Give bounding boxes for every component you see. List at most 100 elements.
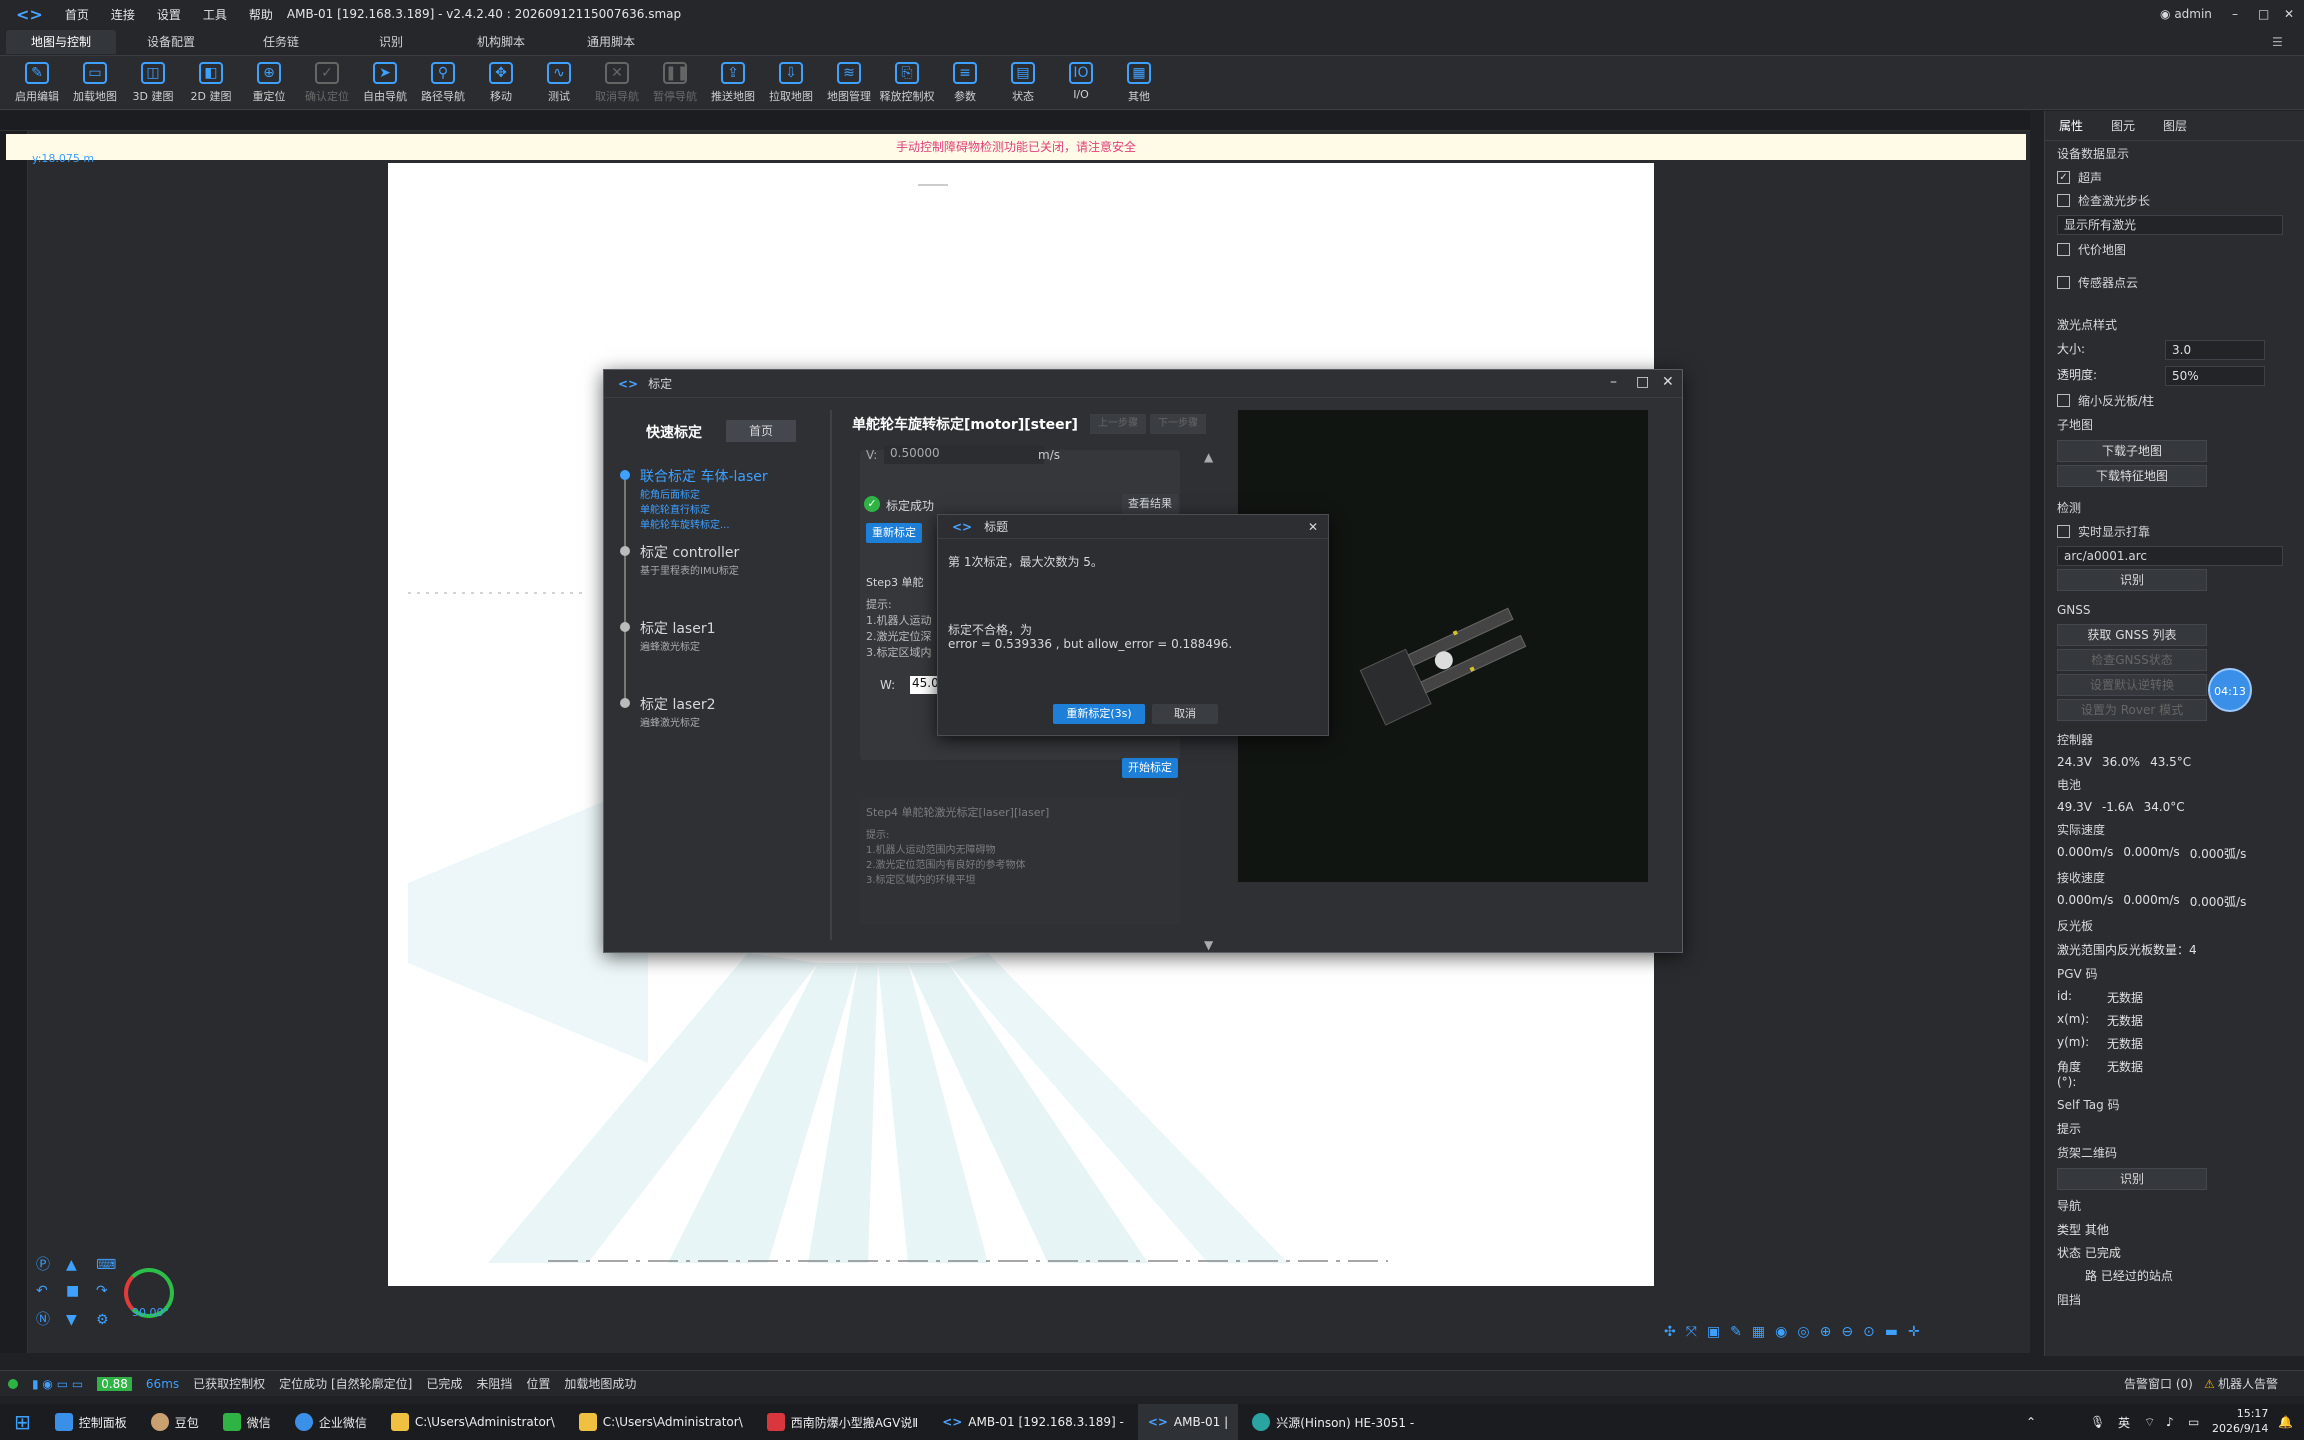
compass-icon[interactable]: Ⓝ bbox=[36, 1309, 54, 1328]
task-wechat[interactable]: 微信 bbox=[213, 1404, 281, 1440]
recalibrate-button[interactable]: 重新标定 bbox=[866, 523, 922, 543]
gnss-list-button[interactable]: 获取 GNSS 列表 bbox=[2057, 624, 2207, 646]
tab-device-config[interactable]: 设备配置 bbox=[116, 30, 226, 54]
size-select[interactable]: 3.0 bbox=[2165, 340, 2265, 360]
fit-all-icon[interactable]: ⤧ bbox=[1686, 1324, 1697, 1340]
user-menu[interactable]: ◉ admin bbox=[2160, 7, 2212, 21]
battery-icon[interactable]: ▭ bbox=[2188, 1415, 2199, 1429]
task-control-panel[interactable]: 控制面板 bbox=[45, 1404, 137, 1440]
frame-icon[interactable]: ▣ bbox=[1707, 1324, 1720, 1340]
download-feature-map-button[interactable]: 下载特征地图 bbox=[2057, 465, 2207, 487]
laser-step-checkbox[interactable]: 检查激光步长 bbox=[2045, 189, 2304, 212]
task-explorer-1[interactable]: C:\Users\Administrator\ bbox=[381, 1404, 565, 1440]
menu-connect[interactable]: 连接 bbox=[111, 6, 135, 23]
tab-map-control[interactable]: 地图与控制 bbox=[6, 29, 116, 54]
next-step-button[interactable]: 下一步骤 bbox=[1150, 414, 1206, 434]
sensor-cloud-checkbox[interactable]: 传感器点云 bbox=[2045, 271, 2304, 294]
identify-qr-button[interactable]: 识别 bbox=[2057, 1168, 2207, 1190]
download-submap-button[interactable]: 下载子地图 bbox=[2057, 440, 2207, 462]
toolbar-target-button[interactable]: ⊕ 重定位 bbox=[240, 56, 298, 104]
check-gnss-button[interactable]: 检查GNSS状态 bbox=[2057, 649, 2207, 671]
home-button[interactable]: 首页 bbox=[726, 420, 796, 442]
prev-step-button[interactable]: 上一步骤 bbox=[1090, 414, 1146, 434]
toolbar-status-button[interactable]: ▤ 状态 bbox=[994, 56, 1052, 104]
arc-file-input[interactable]: arc/a0001.arc bbox=[2057, 546, 2283, 566]
step-joint-calib[interactable]: 联合标定 车体-laser 舵角后面标定 单舵轮直行标定 单舵轮车旋转标定... bbox=[620, 466, 768, 531]
backward-arrow-icon[interactable]: ▼ bbox=[66, 1312, 84, 1330]
minimize-icon[interactable]: – bbox=[2232, 7, 2238, 21]
toolbar-upload-button[interactable]: ⇪ 推送地图 bbox=[704, 56, 762, 104]
wifi-icon[interactable]: ⌔ bbox=[2144, 1415, 2155, 1430]
clock-date[interactable]: 2026/9/14 bbox=[2212, 1421, 2268, 1436]
cancel-button[interactable]: 取消 bbox=[1152, 704, 1218, 724]
ruler-icon[interactable]: ▬ bbox=[1885, 1324, 1898, 1340]
toolbar-move-button[interactable]: ✥ 移动 bbox=[472, 56, 530, 104]
notification-icon[interactable]: 🔔 bbox=[2278, 1415, 2293, 1429]
turn-right-icon[interactable]: ↷ bbox=[96, 1283, 114, 1301]
toolbar-map2d-button[interactable]: ◧ 2D 建图 bbox=[182, 56, 240, 104]
task-wecom[interactable]: 企业微信 bbox=[285, 1404, 377, 1440]
w-input[interactable]: 45.0 bbox=[910, 676, 940, 694]
fit-icon[interactable]: ✣ bbox=[1664, 1324, 1676, 1340]
close-icon[interactable]: ✕ bbox=[2284, 7, 2294, 21]
task-amb-2[interactable]: <> AMB-01 | bbox=[1137, 1404, 1239, 1440]
menu-help[interactable]: 帮助 bbox=[249, 6, 273, 23]
tab-general-script[interactable]: 通用脚本 bbox=[556, 30, 666, 54]
task-explorer-2[interactable]: C:\Users\Administrator\ bbox=[569, 1404, 753, 1440]
locate-icon[interactable]: ◎ bbox=[1797, 1324, 1809, 1340]
toolbar-layers-button[interactable]: ≋ 地图管理 bbox=[820, 56, 878, 104]
small-reflector-checkbox[interactable]: 缩小反光板/柱 bbox=[2045, 389, 2304, 412]
robot-alarm-button[interactable]: 机器人告警 bbox=[2218, 1375, 2278, 1392]
zoom-box-icon[interactable]: ⊙ bbox=[1863, 1324, 1875, 1340]
task-edge-hinson[interactable]: 兴源(Hinson) HE-3051 - bbox=[1242, 1404, 1424, 1440]
toolbar-download-button[interactable]: ⇩ 拉取地图 bbox=[762, 56, 820, 104]
toolbar-cancel-button[interactable]: ✕ 取消导航 bbox=[588, 56, 646, 104]
retry-calib-button[interactable]: 重新标定(3s) bbox=[1053, 704, 1145, 724]
zoom-out-icon[interactable]: ⊖ bbox=[1841, 1324, 1853, 1340]
tab-identify[interactable]: 识别 bbox=[336, 30, 446, 54]
set-default-button[interactable]: 设置默认逆转换 bbox=[2057, 674, 2207, 696]
edit-icon[interactable]: ✎ bbox=[1730, 1324, 1742, 1340]
toolbar-io-button[interactable]: IO I/O bbox=[1052, 56, 1110, 101]
step-laser2[interactable]: 标定 laser2 遍蜂激光标定 bbox=[620, 694, 716, 729]
stop-icon[interactable]: ■ bbox=[66, 1283, 84, 1301]
task-wps-doc[interactable]: 西南防爆小型搬AGV说Ⅱ bbox=[757, 1404, 928, 1440]
mic-icon[interactable]: 🎙 bbox=[2090, 1415, 2105, 1429]
show-all-laser-select[interactable]: 显示所有激光 bbox=[2057, 215, 2283, 235]
identify-button[interactable]: 识别 bbox=[2057, 569, 2207, 591]
toolbar-params-button[interactable]: ≡ 参数 bbox=[936, 56, 994, 104]
calib-maximize-icon[interactable]: □ bbox=[1636, 374, 1649, 390]
menu-settings[interactable]: 设置 bbox=[157, 6, 181, 23]
scroll-up-icon[interactable]: ▲ bbox=[1204, 450, 1213, 464]
toolbar-nav-button[interactable]: ➤ 自由导航 bbox=[356, 56, 414, 104]
tab-task-chain[interactable]: 任务链 bbox=[226, 30, 336, 54]
alarm-window-button[interactable]: 告警窗口 (0) bbox=[2124, 1375, 2193, 1392]
ultrasonic-checkbox[interactable]: ✓ 超声 bbox=[2045, 166, 2304, 189]
p-button-icon[interactable]: Ⓟ bbox=[36, 1254, 54, 1273]
tab-properties[interactable]: 属性 bbox=[2059, 117, 2083, 134]
step-controller[interactable]: 标定 controller 基于里程表的IMU标定 bbox=[620, 542, 739, 577]
calib-close-icon[interactable]: ✕ bbox=[1662, 374, 1674, 390]
task-amb-1[interactable]: <> AMB-01 [192.168.3.189] - bbox=[932, 1404, 1134, 1440]
task-doubao[interactable]: 豆包 bbox=[141, 1404, 209, 1440]
toolbar-pin-button[interactable]: ⚲ 路径导航 bbox=[414, 56, 472, 104]
set-rover-button[interactable]: 设置为 Rover 模式 bbox=[2057, 699, 2207, 721]
ime-indicator[interactable]: 英 bbox=[2118, 1414, 2130, 1431]
clock-time[interactable]: 15:17 bbox=[2212, 1406, 2269, 1421]
toolbar-release-button[interactable]: ⎘ 释放控制权 bbox=[878, 56, 936, 104]
opacity-select[interactable]: 50% bbox=[2165, 366, 2265, 386]
menu-home[interactable]: 首页 bbox=[65, 6, 89, 23]
cost-map-checkbox[interactable]: 代价地图 bbox=[2045, 238, 2304, 261]
toolbar-map3d-button[interactable]: ◫ 3D 建图 bbox=[124, 56, 182, 104]
turn-left-icon[interactable]: ↶ bbox=[36, 1283, 54, 1301]
toolbar-check-button[interactable]: ✓ 确认定位 bbox=[298, 56, 356, 104]
settings-sliders-icon[interactable]: ☰ bbox=[2272, 35, 2283, 49]
view-result-button[interactable]: 查看结果 bbox=[1122, 494, 1178, 514]
toolbar-pause-button[interactable]: ❚❚ 暂停导航 bbox=[646, 56, 704, 104]
menu-tools[interactable]: 工具 bbox=[203, 6, 227, 23]
realtime-show-checkbox[interactable]: 实时显示打靠 bbox=[2045, 520, 2304, 543]
tray-chevron-icon[interactable]: ⌃ bbox=[2026, 1415, 2036, 1429]
forward-arrow-icon[interactable]: ▲ bbox=[66, 1257, 84, 1275]
gamepad-icon[interactable]: ⌨ bbox=[96, 1257, 116, 1275]
start-calib-button[interactable]: 开始标定 bbox=[1122, 758, 1178, 778]
